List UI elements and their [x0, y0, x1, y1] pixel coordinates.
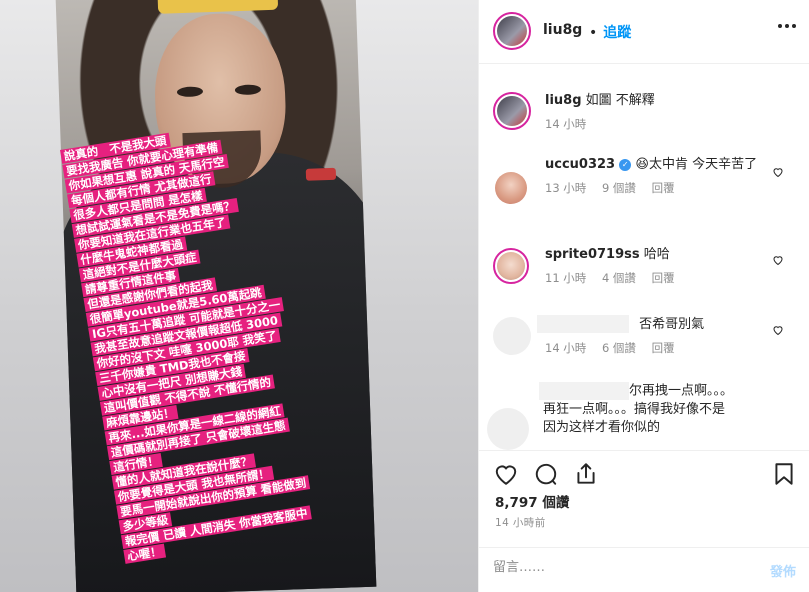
comment-likes[interactable]: 9 個讚 [602, 181, 636, 195]
avatar[interactable] [493, 12, 531, 50]
follow-separator: • [589, 25, 598, 41]
comment-avatar[interactable] [493, 317, 531, 355]
comment-text: 哈哈 [643, 247, 670, 262]
post-timestamp[interactable]: 14 小時前 [495, 515, 546, 530]
comment-row: 尔再拽一点啊。。。 再狂一点啊。。。搞得我好像不是 因为这样才看你似的 [479, 382, 809, 450]
comment-bubble-icon[interactable] [533, 461, 559, 487]
comment-like-icon[interactable] [772, 166, 784, 178]
comment-row: sprite0719ss 哈哈 11 小時 4 個讚 回覆 [479, 244, 809, 300]
photo-eye-left [176, 86, 204, 98]
more-options-icon[interactable] [778, 24, 796, 28]
like-heart-icon[interactable] [493, 461, 519, 487]
story-text-overlay: 說真的 不是我大頭 要找我廣告 你就要心理有準備 你如果想互惠 說真的 天馬行空… [60, 103, 422, 565]
comment-time[interactable]: 14 小時 [545, 341, 586, 355]
share-icon[interactable] [573, 461, 599, 487]
comment-likes[interactable]: 4 個讚 [602, 271, 636, 285]
caption: liu8g 如圖 不解釋 14 小時 [479, 88, 809, 148]
comment-text: 尔再拽一点啊。。。 [629, 383, 734, 399]
comment-text: 再狂一点啊。。。搞得我好像不是 [543, 401, 726, 417]
caption-username[interactable]: liu8g [545, 93, 582, 108]
comment-avatar[interactable] [487, 408, 529, 450]
follow-button[interactable]: • 追蹤 [589, 22, 631, 42]
photo-eye-right [234, 84, 262, 96]
reply-button[interactable]: 回覆 [652, 181, 675, 195]
comment-like-icon[interactable] [772, 254, 784, 266]
redacted-username [537, 315, 629, 333]
verified-badge-icon: ✓ [619, 158, 632, 171]
comment-username[interactable]: sprite0719ss [545, 247, 640, 262]
comment-box: 發佈 [479, 547, 809, 592]
follow-label: 追蹤 [603, 25, 632, 41]
reply-button[interactable]: 回覆 [652, 341, 675, 355]
comment-row: uccu0323 ✓ 😆太中肯 今天辛苦了 13 小時 9 個讚 回覆 [479, 156, 809, 228]
header-username[interactable]: liu8g [543, 22, 582, 38]
caption-time[interactable]: 14 小時 [545, 117, 586, 131]
post-media[interactable]: 說真的 不是我大頭 要找我廣告 你就要心理有準備 你如果想互惠 說真的 天馬行空… [0, 0, 478, 592]
comment-avatar[interactable] [495, 172, 527, 204]
post-side-panel: liu8g • 追蹤 liu8g 如圖 不解釋 14 小時 uccu0323 ✓ … [478, 0, 809, 592]
comment-like-icon[interactable] [772, 324, 784, 336]
comment-time[interactable]: 13 小時 [545, 181, 586, 195]
comment-text: 因为这样才看你似的 [543, 419, 661, 435]
comment-likes[interactable]: 6 個讚 [602, 341, 636, 355]
comment-text: 😆太中肯 今天辛苦了 [635, 157, 758, 172]
caption-avatar[interactable] [493, 92, 531, 130]
bookmark-icon[interactable] [771, 461, 797, 487]
comment-avatar[interactable] [493, 248, 529, 284]
redacted-username [539, 382, 629, 400]
reply-button[interactable]: 回覆 [652, 271, 675, 285]
comment-text: 否希哥別氣 [639, 316, 705, 332]
post-comment-button[interactable]: 發佈 [770, 561, 796, 580]
comment-input[interactable] [493, 560, 743, 575]
caption-text: 如圖 不解釋 [585, 93, 655, 108]
comment-row: 否希哥別氣 14 小時 6 個讚 回覆 [479, 313, 809, 373]
comment-time[interactable]: 11 小時 [545, 271, 586, 285]
post-header: liu8g • 追蹤 [479, 0, 809, 64]
likes-count[interactable]: 8,797 個讚 [495, 491, 569, 511]
comment-username[interactable]: uccu0323 [545, 157, 615, 172]
